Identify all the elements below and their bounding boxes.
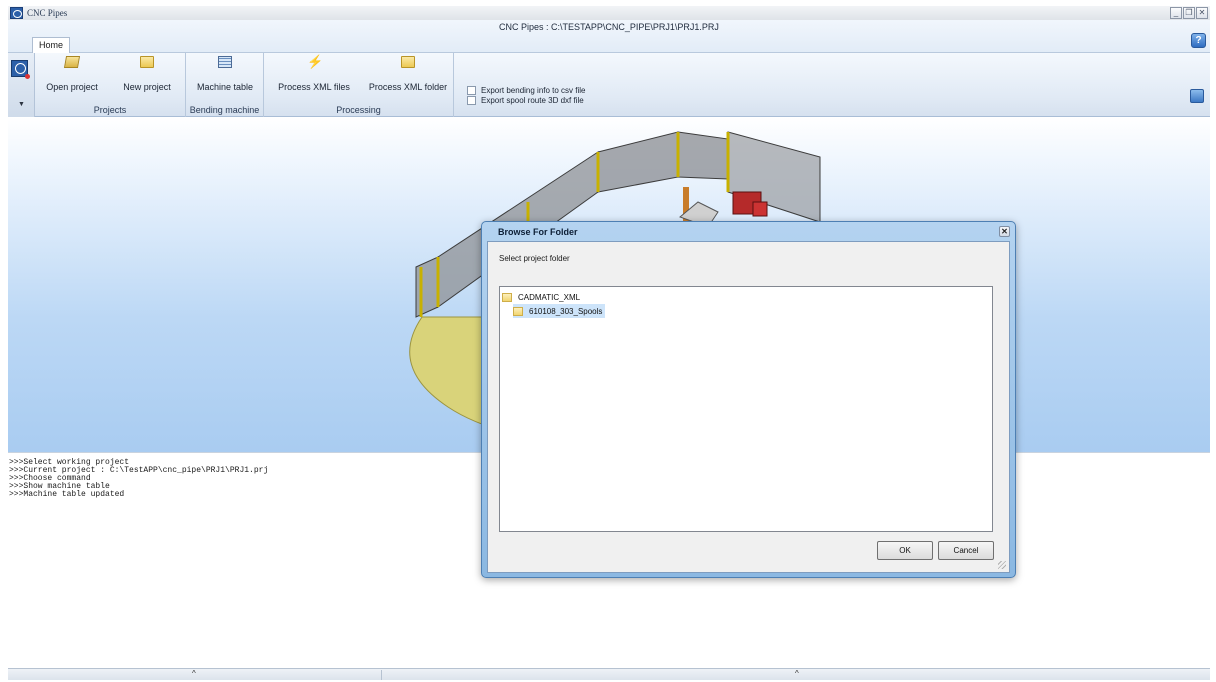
- dialog-client-area: Select project folder CADMATIC_XML 61010…: [487, 241, 1010, 573]
- tree-node-cadmatic-xml[interactable]: CADMATIC_XML: [502, 290, 580, 304]
- group-bending-machine: Machine table Bending machine: [186, 53, 264, 117]
- open-project-label: Open project: [46, 82, 98, 92]
- application-menu-button[interactable]: ▼: [8, 53, 35, 117]
- folder-icon: [140, 56, 154, 68]
- process-xml-folder-label: Process XML folder: [368, 82, 448, 92]
- process-xml-files-label: Process XML files: [278, 82, 350, 92]
- app-icon[interactable]: [10, 7, 23, 19]
- tab-home[interactable]: Home: [32, 37, 71, 53]
- xml-process-icon: ⚡: [307, 54, 324, 69]
- dialog-title: Browse For Folder: [498, 227, 578, 237]
- ok-button[interactable]: OK: [877, 541, 933, 560]
- ribbon-panel: Open project New project Projects Machin…: [35, 53, 1210, 117]
- folder-icon: [502, 292, 512, 302]
- dialog-close-button[interactable]: ✕: [999, 226, 1010, 237]
- window-controls: _ ❐ ✕: [1170, 7, 1208, 19]
- process-xml-folder-button[interactable]: Process XML folder: [364, 56, 452, 92]
- close-button[interactable]: ✕: [1196, 7, 1208, 19]
- window-title: CNC Pipes : C:\TESTAPP\CNC_PIPE\PRJ1\PRJ…: [499, 22, 719, 32]
- left-pane-expand-caret[interactable]: ^: [192, 669, 196, 678]
- export-dxf-checkbox[interactable]: [467, 96, 476, 105]
- folder-icon: [401, 56, 415, 68]
- tree-node-610108-303-spools[interactable]: 610108_303_Spools: [513, 304, 606, 318]
- help-icon[interactable]: ?: [1191, 33, 1206, 48]
- ribbon-tab-strip: CNC Pipes : C:\TESTAPP\CNC_PIPE\PRJ1\PRJ…: [8, 20, 1210, 53]
- group-label-projects: Projects: [93, 105, 127, 115]
- status-bar: ^ ^: [8, 668, 1210, 680]
- export-csv-option[interactable]: Export bending info to csv file: [467, 86, 586, 95]
- export-csv-label: Export bending info to csv file: [481, 86, 586, 95]
- back-fence: [597, 131, 729, 193]
- machine-table-label: Machine table: [196, 82, 254, 92]
- export-options: Export bending info to csv file Export s…: [467, 86, 586, 106]
- dropdown-arrow-icon: ▼: [18, 101, 25, 108]
- group-label-processing: Processing: [336, 105, 381, 115]
- title-bar: CNC Pipes _ ❐ ✕: [8, 6, 1210, 20]
- process-xml-files-button[interactable]: ⚡ Process XML files: [274, 54, 354, 92]
- browse-folder-dialog: Browse For Folder ✕ Select project folde…: [481, 221, 1016, 578]
- tree-node-label: 610108_303_Spools: [529, 306, 603, 316]
- group-projects: Open project New project Projects: [35, 53, 186, 117]
- new-project-label: New project: [123, 82, 171, 92]
- app-name: CNC Pipes: [27, 8, 68, 18]
- open-project-button[interactable]: Open project: [42, 56, 102, 92]
- export-csv-checkbox[interactable]: [467, 86, 476, 95]
- folder-icon: [513, 306, 523, 316]
- new-project-button[interactable]: New project: [115, 56, 179, 92]
- restore-button[interactable]: ❐: [1183, 7, 1195, 19]
- folder-tree[interactable]: CADMATIC_XML 610108_303_Spools: [499, 286, 993, 532]
- dialog-prompt: Select project folder: [499, 254, 570, 263]
- export-dxf-option[interactable]: Export spool route 3D dxf file: [467, 96, 586, 105]
- table-icon: [218, 56, 232, 68]
- resize-grip-icon[interactable]: [998, 561, 1006, 569]
- group-processing: ⚡ Process XML files Process XML folder P…: [264, 53, 454, 117]
- ribbon-collapse-icon[interactable]: [1190, 89, 1204, 103]
- folder-open-icon: [63, 56, 81, 68]
- cancel-button[interactable]: Cancel: [938, 541, 994, 560]
- right-pane-expand-caret[interactable]: ^: [795, 669, 799, 678]
- group-label-bending-machine: Bending machine: [189, 105, 260, 115]
- status-separator: [381, 670, 382, 680]
- minimize-button[interactable]: _: [1170, 7, 1182, 19]
- tree-node-label: CADMATIC_XML: [518, 292, 581, 302]
- machine-table-button[interactable]: Machine table: [194, 56, 256, 92]
- export-dxf-label: Export spool route 3D dxf file: [481, 96, 584, 105]
- app-menu-badge: [25, 74, 30, 79]
